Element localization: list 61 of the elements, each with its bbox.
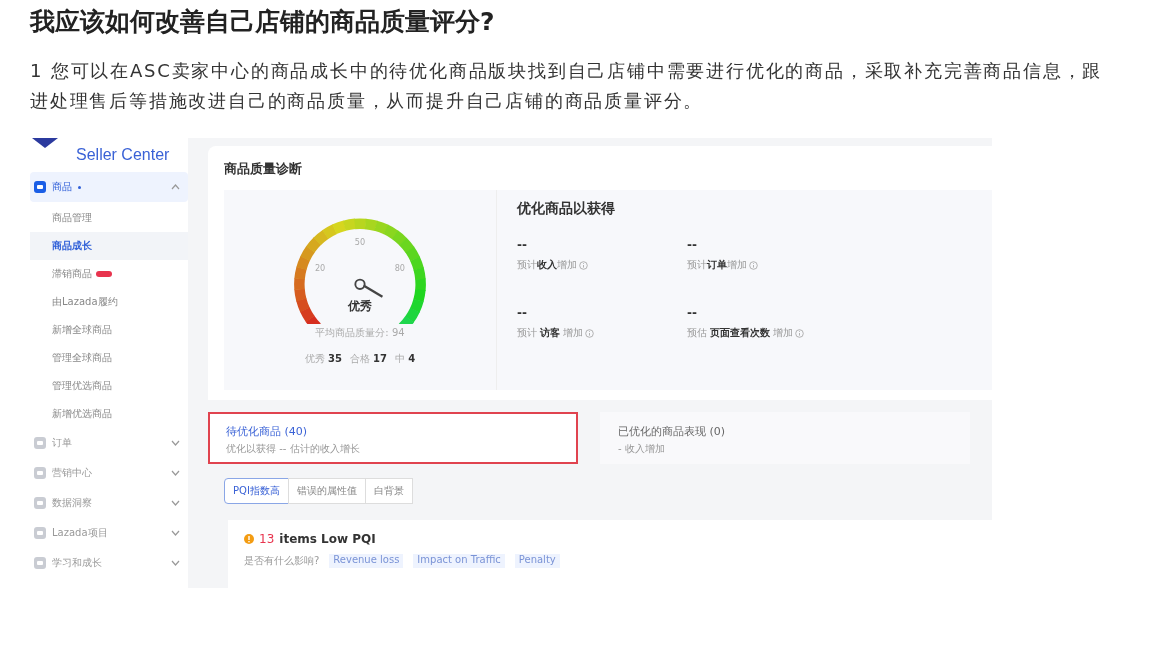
grade-count: 优秀 35	[304, 352, 342, 366]
metric-label: 预估 页面查看次数 增加	[687, 326, 794, 340]
sidebar-item[interactable]: 营销中心	[30, 458, 188, 488]
sidebar-subitem[interactable]: 由Lazada履约	[30, 288, 188, 316]
section-icon	[34, 497, 46, 509]
sidebar-subitem[interactable]: 新增全球商品	[30, 316, 188, 344]
sidebar-item[interactable]: 订单	[30, 428, 188, 458]
article-paragraph: 1 您可以在ASC卖家中心的商品成长中的待优化商品版块找到自己店铺中需要进行优化的商品，采取补充完善商品信息，跟进处理售后等措施改进自己的商品质量，从而提升自己店铺的商品质量评分。	[30, 59, 1104, 113]
sidebar-subitem[interactable]: 管理全球商品	[30, 344, 188, 372]
metric-label: 预计 访客 增加	[517, 326, 584, 340]
chevron-icon	[171, 184, 180, 190]
card-title: 商品质量诊断	[224, 160, 303, 178]
issue-text: items Low PQI	[279, 532, 376, 546]
logo-icon	[32, 138, 58, 150]
chevron-icon	[171, 500, 180, 506]
info-icon	[585, 328, 595, 338]
chevron-icon	[171, 440, 180, 446]
info-icon	[749, 260, 758, 270]
metric-label: 预计收入增加	[517, 258, 577, 272]
warning-icon	[244, 534, 254, 544]
impact-tag: Impact on Traffic	[413, 554, 505, 568]
metric-label: 预计订单增加	[687, 258, 747, 272]
impact-tag: Revenue loss	[329, 554, 404, 568]
grade-count: 中 4	[395, 352, 416, 366]
metric-value: --	[687, 238, 698, 252]
filter-button[interactable]: 白背景	[364, 478, 413, 504]
tab[interactable]: 已优化的商品表现 (0) - 收入增加	[600, 412, 970, 464]
tab[interactable]: 待优化商品 (40) 优化以获得 -- 估计的收入增长	[208, 412, 578, 464]
grade-count: 合格 17	[349, 352, 388, 366]
chevron-icon	[171, 470, 180, 476]
info-icon	[579, 260, 588, 270]
info-icon	[795, 328, 805, 338]
metric-value: --	[687, 306, 698, 320]
section-icon	[34, 527, 46, 539]
impact-question: 是否有什么影响?	[244, 554, 320, 568]
metric-value: --	[517, 238, 528, 252]
sidebar-subitem[interactable]: 商品成长	[30, 232, 188, 260]
gauge-drawing: 20 50 80 优秀	[290, 212, 430, 324]
gains-title: 优化商品以获得	[517, 200, 616, 218]
average-score: 平均商品质量分: 94	[315, 326, 405, 340]
sidebar-subitem[interactable]: 商品管理	[30, 204, 188, 232]
brand-name: Seller Center	[76, 146, 170, 164]
article-title: 我应该如何改善自己店铺的商品质量评分?	[30, 6, 496, 38]
issue-count: 13	[259, 532, 275, 546]
section-icon	[34, 181, 46, 193]
sidebar-item[interactable]: 学习和成长	[30, 548, 188, 578]
sidebar-subitem[interactable]: 滞销商品	[30, 260, 188, 288]
section-icon	[34, 557, 46, 569]
section-icon	[34, 437, 46, 449]
filter-button[interactable]: 错误的属性值	[287, 478, 366, 504]
sidebar-item[interactable]: 数据洞察	[30, 488, 188, 518]
chevron-icon	[171, 530, 180, 536]
impact-tag: Penalty	[514, 554, 560, 568]
section-icon	[34, 467, 46, 479]
sidebar-subitem[interactable]: 新增优选商品	[30, 400, 188, 428]
chevron-icon	[171, 560, 180, 566]
filter-button[interactable]: PQI指数高	[224, 478, 289, 504]
metric-value: --	[517, 306, 528, 320]
sidebar-subitem[interactable]: 管理优选商品	[30, 372, 188, 400]
sidebar-item[interactable]: 商品	[30, 172, 188, 202]
sidebar-item[interactable]: Lazada项目	[30, 518, 188, 548]
